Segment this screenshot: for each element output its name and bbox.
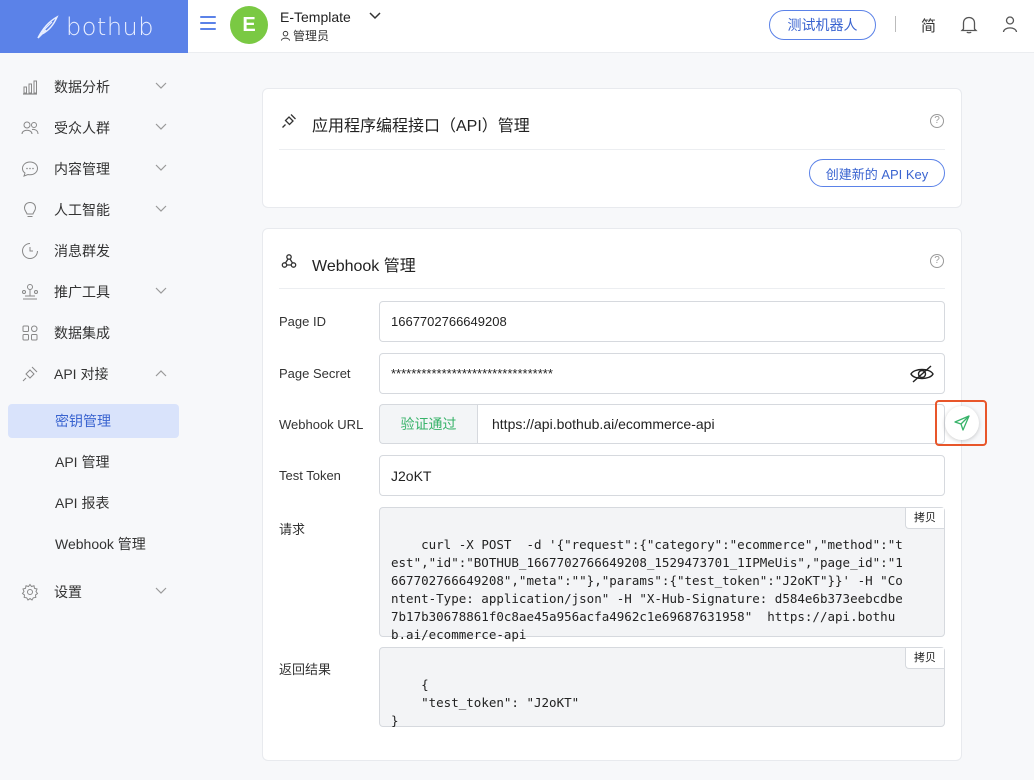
verify-status-badge: 验证通过 [379,404,477,444]
webhook-icon [281,254,297,268]
test-bot-button[interactable]: 测试机器人 [769,10,876,40]
person-icon [280,30,291,41]
sidebar-item-broadcast[interactable]: 消息群发 [0,233,188,269]
send-icon [954,415,970,431]
sidebar-item-label: 设置 [54,584,82,600]
sidebar-item-audience[interactable]: 受众人群 [0,110,188,146]
sidebar-subitem-keys[interactable]: 密钥管理 [8,404,179,438]
page-secret-field[interactable]: ******************************** [379,353,945,394]
workspace-role-label: 管理员 [293,29,330,43]
webhook-url-field[interactable]: https://api.bothub.ai/ecommerce-api [477,404,945,444]
response-code-block[interactable]: { "test_token": "J2oKT" } 拷贝 [379,647,945,728]
plug-icon [282,114,296,128]
tools-icon [22,284,38,300]
gear-icon [21,583,39,601]
users-icon [21,121,39,135]
sidebar-subitem-label: 密钥管理 [55,413,111,429]
card-divider [279,149,945,150]
api-management-card: 应用程序编程接口（API）管理 ? 创建新的 API Key [262,88,962,208]
header-divider [895,16,896,32]
chevron-down-icon [155,123,167,130]
bell-icon[interactable] [960,15,978,34]
sidebar-subitem-label: API 报表 [55,495,110,511]
brand-logo[interactable]: bothub [0,0,188,53]
chat-icon [21,161,39,177]
sidebar-item-label: 人工智能 [54,202,110,218]
grid-icon [22,325,38,341]
send-button[interactable] [945,406,979,440]
card-title: 应用程序编程接口（API）管理 [312,118,530,135]
chevron-down-icon [155,205,167,212]
webhook-management-card: Webhook 管理 ? Page ID 1667702766649208 Pa… [262,228,987,761]
copy-request-button[interactable]: 拷贝 [905,508,944,529]
eye-off-icon[interactable] [910,364,934,384]
sidebar-item-promotion[interactable]: 推广工具 [0,274,188,310]
help-icon[interactable]: ? [930,254,944,268]
sidebar-item-label: 受众人群 [54,120,110,136]
plug-icon [22,366,38,382]
sidebar-item-label: 数据分析 [54,79,110,95]
broadcast-icon [22,243,38,259]
help-icon[interactable]: ? [930,114,944,128]
sidebar-item-label: 推广工具 [54,284,110,300]
user-icon[interactable] [1002,15,1018,33]
create-api-key-button[interactable]: 创建新的 API Key [809,159,945,187]
response-code: { "test_token": "J2oKT" } [391,677,580,728]
sidebar-item-label: 内容管理 [54,161,110,177]
sidebar-item-settings[interactable]: 设置 [0,574,188,610]
test-token-label: Test Token [279,468,341,483]
sidebar-item-api[interactable]: API 对接 [0,356,188,392]
feather-logo-icon [37,14,59,39]
sidebar: 数据分析 受众人群 内容管理 人工智能 消息群发 推广工具 数据集成 API 对… [0,53,188,780]
request-code-block[interactable]: curl -X POST -d '{"request":{"category":… [379,507,945,642]
workspace-avatar[interactable]: E [230,6,268,44]
sidebar-item-label: 消息群发 [54,243,110,259]
bulb-icon [23,201,37,217]
page-secret-label: Page Secret [279,366,351,381]
copy-response-button[interactable]: 拷贝 [905,648,944,669]
sidebar-item-label: API 对接 [54,366,109,382]
test-token-field[interactable]: J2oKT [379,455,945,496]
chevron-down-icon[interactable] [368,10,382,20]
page-id-label: Page ID [279,314,326,329]
chevron-down-icon [155,164,167,171]
request-label: 请求 [279,522,306,537]
chevron-down-icon [155,287,167,294]
workspace-role: 管理员 [280,27,329,44]
chevron-down-icon [155,587,167,594]
sidebar-subitem-label: Webhook 管理 [55,536,146,552]
chevron-down-icon [155,82,167,89]
card-title: Webhook 管理 [312,258,416,275]
chevron-up-icon [155,370,167,377]
menu-toggle-icon[interactable] [200,16,216,30]
sidebar-subitem-api-report[interactable]: API 报表 [8,486,179,520]
workspace-name[interactable]: E-Template [280,9,351,25]
webhook-url-label: Webhook URL [279,417,364,432]
sidebar-subitem-label: API 管理 [55,454,110,470]
send-highlight-box [935,400,987,446]
chart-icon [23,80,37,95]
response-label: 返回结果 [279,662,332,677]
sidebar-item-data-integration[interactable]: 数据集成 [0,315,188,351]
card-divider [279,288,945,289]
language-switch[interactable]: 简 [921,15,936,36]
sidebar-subitem-webhook[interactable]: Webhook 管理 [8,527,179,561]
request-code: curl -X POST -d '{"request":{"category":… [391,537,903,642]
sidebar-item-ai[interactable]: 人工智能 [0,192,188,228]
page-secret-value: ******************************** [391,366,553,381]
sidebar-subitem-api-management[interactable]: API 管理 [8,445,179,479]
page-id-field[interactable]: 1667702766649208 [379,301,945,342]
sidebar-item-analytics[interactable]: 数据分析 [0,69,188,105]
brand-name: bothub [66,12,154,41]
top-bar: E E-Template 管理员 测试机器人 简 [188,0,1034,53]
sidebar-item-content[interactable]: 内容管理 [0,151,188,187]
sidebar-item-label: 数据集成 [54,325,110,341]
